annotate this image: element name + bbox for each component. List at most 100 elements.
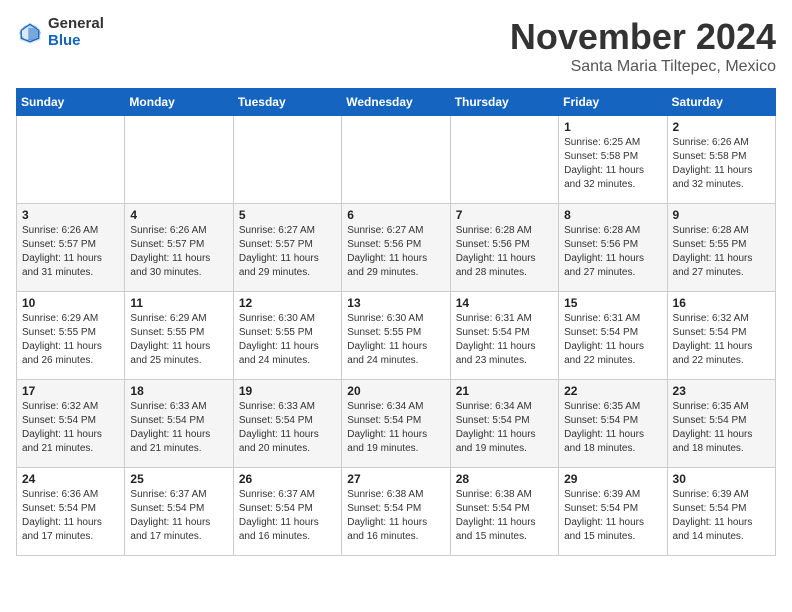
day-cell (125, 116, 233, 204)
week-row-4: 17 Sunrise: 6:32 AM Sunset: 5:54 PM Dayli… (17, 380, 776, 468)
logo-text: General Blue (48, 16, 104, 49)
day-number: 13 (347, 296, 444, 310)
day-cell: 19 Sunrise: 6:33 AM Sunset: 5:54 PM Dayli… (233, 380, 341, 468)
day-number: 7 (456, 208, 553, 222)
day-number: 17 (22, 384, 119, 398)
day-cell: 29 Sunrise: 6:39 AM Sunset: 5:54 PM Dayli… (559, 468, 667, 556)
day-cell: 20 Sunrise: 6:34 AM Sunset: 5:54 PM Dayli… (342, 380, 450, 468)
day-number: 21 (456, 384, 553, 398)
header-cell-wednesday: Wednesday (342, 89, 450, 116)
day-info: Sunrise: 6:29 AM Sunset: 5:55 PM Dayligh… (130, 312, 227, 368)
page-header: General Blue November 2024 Santa Maria T… (16, 16, 776, 76)
day-number: 22 (564, 384, 661, 398)
day-number: 4 (130, 208, 227, 222)
day-info: Sunrise: 6:30 AM Sunset: 5:55 PM Dayligh… (347, 312, 444, 368)
day-cell: 15 Sunrise: 6:31 AM Sunset: 5:54 PM Dayli… (559, 292, 667, 380)
day-number: 6 (347, 208, 444, 222)
day-cell: 25 Sunrise: 6:37 AM Sunset: 5:54 PM Dayli… (125, 468, 233, 556)
day-info: Sunrise: 6:28 AM Sunset: 5:55 PM Dayligh… (673, 224, 770, 280)
header-cell-tuesday: Tuesday (233, 89, 341, 116)
calendar-body: 1 Sunrise: 6:25 AM Sunset: 5:58 PM Daylig… (17, 116, 776, 556)
day-cell: 24Sunrise: 6:36 AM Sunset: 5:54 PM Dayli… (17, 468, 125, 556)
day-cell: 30Sunrise: 6:39 AM Sunset: 5:54 PM Dayli… (667, 468, 775, 556)
day-cell: 2 Sunrise: 6:26 AM Sunset: 5:58 PM Daylig… (667, 116, 775, 204)
day-number: 5 (239, 208, 336, 222)
day-info: Sunrise: 6:29 AM Sunset: 5:55 PM Dayligh… (22, 312, 119, 368)
day-info: Sunrise: 6:35 AM Sunset: 5:54 PM Dayligh… (564, 400, 661, 456)
day-number: 9 (673, 208, 770, 222)
week-row-5: 24Sunrise: 6:36 AM Sunset: 5:54 PM Dayli… (17, 468, 776, 556)
week-row-3: 10 Sunrise: 6:29 AM Sunset: 5:55 PM Dayli… (17, 292, 776, 380)
header-cell-friday: Friday (559, 89, 667, 116)
day-cell (342, 116, 450, 204)
day-info: Sunrise: 6:39 AM Sunset: 5:54 PM Dayligh… (564, 488, 661, 544)
day-number: 26 (239, 472, 336, 486)
day-info: Sunrise: 6:35 AM Sunset: 5:54 PM Dayligh… (673, 400, 770, 456)
day-cell: 28Sunrise: 6:38 AM Sunset: 5:54 PM Dayli… (450, 468, 558, 556)
day-number: 23 (673, 384, 770, 398)
logo: General Blue (16, 16, 104, 49)
day-cell: 11Sunrise: 6:29 AM Sunset: 5:55 PM Dayli… (125, 292, 233, 380)
day-info: Sunrise: 6:37 AM Sunset: 5:54 PM Dayligh… (130, 488, 227, 544)
day-number: 1 (564, 120, 661, 134)
day-cell: 14Sunrise: 6:31 AM Sunset: 5:54 PM Dayli… (450, 292, 558, 380)
header-cell-sunday: Sunday (17, 89, 125, 116)
day-cell: 5 Sunrise: 6:27 AM Sunset: 5:57 PM Daylig… (233, 204, 341, 292)
day-info: Sunrise: 6:38 AM Sunset: 5:54 PM Dayligh… (456, 488, 553, 544)
day-info: Sunrise: 6:27 AM Sunset: 5:57 PM Dayligh… (239, 224, 336, 280)
day-number: 10 (22, 296, 119, 310)
calendar-header: SundayMondayTuesdayWednesdayThursdayFrid… (17, 89, 776, 116)
day-number: 18 (130, 384, 227, 398)
day-info: Sunrise: 6:26 AM Sunset: 5:57 PM Dayligh… (22, 224, 119, 280)
header-cell-thursday: Thursday (450, 89, 558, 116)
day-cell: 8Sunrise: 6:28 AM Sunset: 5:56 PM Daylig… (559, 204, 667, 292)
header-cell-saturday: Saturday (667, 89, 775, 116)
day-number: 29 (564, 472, 661, 486)
day-cell (17, 116, 125, 204)
day-cell: 10 Sunrise: 6:29 AM Sunset: 5:55 PM Dayli… (17, 292, 125, 380)
day-cell: 23 Sunrise: 6:35 AM Sunset: 5:54 PM Dayli… (667, 380, 775, 468)
week-row-2: 3 Sunrise: 6:26 AM Sunset: 5:57 PM Daylig… (17, 204, 776, 292)
day-cell: 3 Sunrise: 6:26 AM Sunset: 5:57 PM Daylig… (17, 204, 125, 292)
day-info: Sunrise: 6:31 AM Sunset: 5:54 PM Dayligh… (456, 312, 553, 368)
month-title: November 2024 (510, 16, 776, 58)
day-info: Sunrise: 6:31 AM Sunset: 5:54 PM Dayligh… (564, 312, 661, 368)
day-number: 20 (347, 384, 444, 398)
logo-blue: Blue (48, 33, 104, 50)
day-info: Sunrise: 6:30 AM Sunset: 5:55 PM Dayligh… (239, 312, 336, 368)
header-cell-monday: Monday (125, 89, 233, 116)
logo-general: General (48, 16, 104, 33)
day-info: Sunrise: 6:26 AM Sunset: 5:57 PM Dayligh… (130, 224, 227, 280)
day-number: 3 (22, 208, 119, 222)
header-row: SundayMondayTuesdayWednesdayThursdayFrid… (17, 89, 776, 116)
day-info: Sunrise: 6:34 AM Sunset: 5:54 PM Dayligh… (347, 400, 444, 456)
day-cell: 18 Sunrise: 6:33 AM Sunset: 5:54 PM Dayli… (125, 380, 233, 468)
day-number: 27 (347, 472, 444, 486)
day-number: 16 (673, 296, 770, 310)
day-number: 2 (673, 120, 770, 134)
day-cell: 21 Sunrise: 6:34 AM Sunset: 5:54 PM Dayli… (450, 380, 558, 468)
day-number: 15 (564, 296, 661, 310)
day-number: 24 (22, 472, 119, 486)
location-subtitle: Santa Maria Tiltepec, Mexico (510, 58, 776, 76)
day-number: 25 (130, 472, 227, 486)
day-cell: 9 Sunrise: 6:28 AM Sunset: 5:55 PM Daylig… (667, 204, 775, 292)
day-info: Sunrise: 6:33 AM Sunset: 5:54 PM Dayligh… (130, 400, 227, 456)
day-cell: 16Sunrise: 6:32 AM Sunset: 5:54 PM Dayli… (667, 292, 775, 380)
day-info: Sunrise: 6:28 AM Sunset: 5:56 PM Dayligh… (456, 224, 553, 280)
day-info: Sunrise: 6:33 AM Sunset: 5:54 PM Dayligh… (239, 400, 336, 456)
day-info: Sunrise: 6:32 AM Sunset: 5:54 PM Dayligh… (22, 400, 119, 456)
title-block: November 2024 Santa Maria Tiltepec, Mexi… (510, 16, 776, 76)
day-info: Sunrise: 6:25 AM Sunset: 5:58 PM Dayligh… (564, 136, 661, 192)
day-cell: 13 Sunrise: 6:30 AM Sunset: 5:55 PM Dayli… (342, 292, 450, 380)
day-number: 19 (239, 384, 336, 398)
day-cell (450, 116, 558, 204)
day-info: Sunrise: 6:39 AM Sunset: 5:54 PM Dayligh… (673, 488, 770, 544)
day-number: 12 (239, 296, 336, 310)
day-cell: 27Sunrise: 6:38 AM Sunset: 5:54 PM Dayli… (342, 468, 450, 556)
day-info: Sunrise: 6:34 AM Sunset: 5:54 PM Dayligh… (456, 400, 553, 456)
day-cell: 6Sunrise: 6:27 AM Sunset: 5:56 PM Daylig… (342, 204, 450, 292)
day-cell (233, 116, 341, 204)
day-info: Sunrise: 6:26 AM Sunset: 5:58 PM Dayligh… (673, 136, 770, 192)
day-info: Sunrise: 6:37 AM Sunset: 5:54 PM Dayligh… (239, 488, 336, 544)
